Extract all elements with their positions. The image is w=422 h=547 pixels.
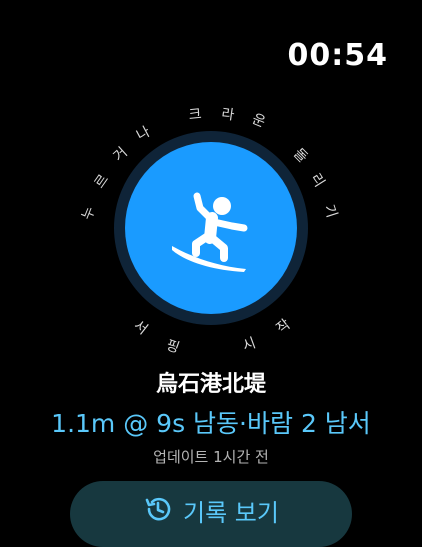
crown-hint-char: 리 — [307, 171, 327, 190]
crown-hint-char: 누 — [79, 204, 99, 222]
crown-hint-char: 기 — [320, 203, 339, 220]
view-history-label: 기록 보기 — [183, 499, 279, 527]
start-surfing-button[interactable] — [125, 142, 297, 314]
spot-name: 烏石港北堤 — [155, 372, 266, 397]
crown-hint-char: 르 — [92, 172, 113, 192]
crown-hint-char: 크 — [188, 106, 203, 123]
crown-hint-char: 서 — [130, 318, 150, 339]
last-updated: 업데이트 1시간 전 — [153, 448, 269, 466]
crown-hint-char: 거 — [111, 144, 131, 165]
crown-hint-char: 핑 — [164, 337, 182, 356]
crown-hint-char: 시 — [241, 335, 259, 354]
crown-hint-char: 작 — [274, 316, 294, 337]
surf-conditions: 1.1m @ 9s 남동·바람 2 남서 — [51, 409, 371, 438]
crown-hint-char: 나 — [134, 124, 153, 144]
crown-hint-char: 돌 — [290, 145, 311, 166]
history-icon — [145, 497, 171, 521]
view-history-button[interactable]: 기록 보기 — [70, 481, 352, 547]
crown-hint-char: 라 — [220, 106, 235, 124]
crown-hint-char: 운 — [250, 111, 268, 131]
